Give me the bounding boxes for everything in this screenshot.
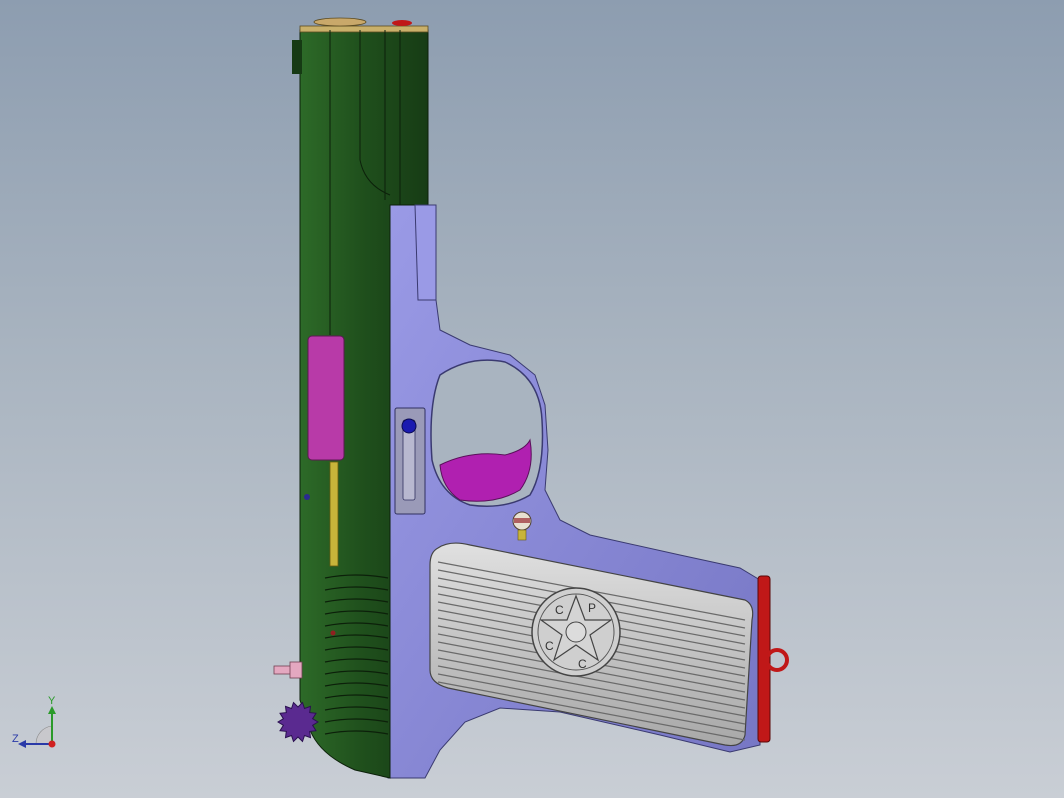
triad-graphic — [18, 706, 56, 748]
slide-pin — [304, 494, 310, 500]
frame-upper-detail — [414, 204, 437, 301]
slide-stop — [292, 40, 302, 74]
firing-pin — [273, 661, 303, 679]
axis-triad: Y Z — [8, 696, 64, 756]
pistol-model[interactable]: C C C P — [0, 0, 1064, 798]
slide-pin-2 — [330, 630, 336, 636]
graphics-viewport[interactable]: C C C P Y Z — [0, 0, 1064, 798]
axis-y-label: Y — [48, 695, 56, 707]
emblem-letter-3: C — [578, 657, 587, 671]
emblem-letter-4: P — [588, 601, 596, 615]
emblem-letter-2: C — [555, 603, 564, 617]
ejection-port — [307, 335, 345, 461]
front-sight — [313, 17, 367, 27]
slide-catch-pin — [401, 418, 417, 434]
slide-top-cap — [299, 25, 429, 33]
emblem-letter-1: C — [545, 639, 554, 653]
barrel-rod — [329, 461, 339, 567]
grip-emblem: C C C P — [531, 587, 621, 677]
axis-z-label: Z — [12, 733, 19, 745]
rear-sight — [392, 20, 412, 26]
